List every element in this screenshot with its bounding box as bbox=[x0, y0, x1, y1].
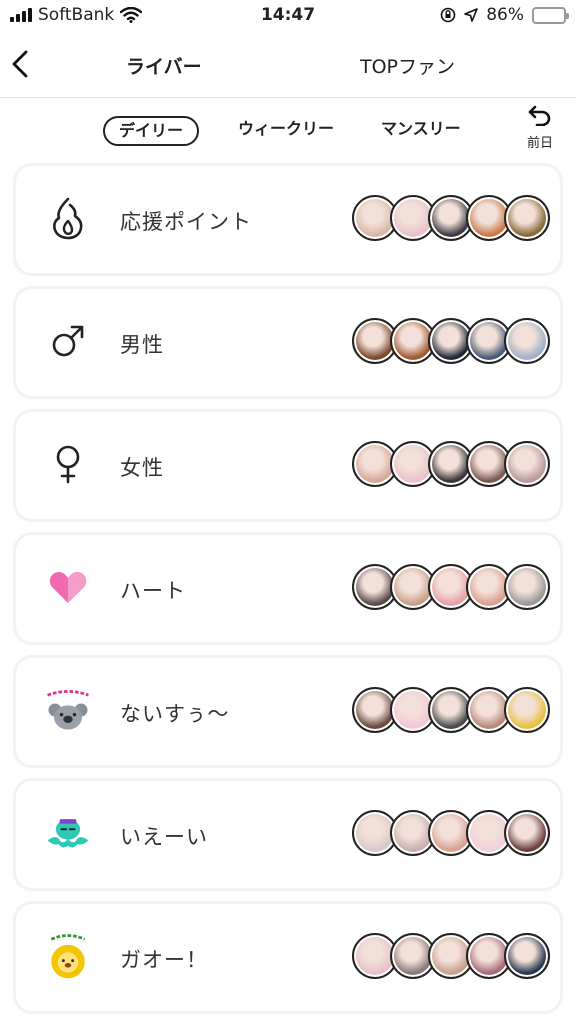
orientation-lock-icon bbox=[440, 7, 456, 23]
period-tab-monthly[interactable]: マンスリー bbox=[367, 116, 475, 146]
user-avatar[interactable] bbox=[504, 318, 550, 364]
category-card-support-points[interactable]: 応援ポイント bbox=[16, 166, 560, 273]
ranking-category-list: 応援ポイント 男性 女性 ハート ないすぅ〜 いえーい ガオー！ bbox=[16, 166, 560, 1024]
top-avatars bbox=[352, 564, 550, 612]
category-card-heart[interactable]: ハート bbox=[16, 535, 560, 642]
lion-sticker-icon bbox=[42, 930, 94, 982]
category-card-male[interactable]: 男性 bbox=[16, 289, 560, 396]
battery-icon bbox=[532, 6, 569, 24]
tab-liver[interactable]: ライバー bbox=[126, 52, 202, 79]
navigation-bar: ライバー TOPファン bbox=[0, 32, 576, 98]
flame-icon bbox=[42, 192, 94, 244]
top-avatars bbox=[352, 810, 550, 858]
category-card-yay[interactable]: いえーい bbox=[16, 781, 560, 888]
user-avatar[interactable] bbox=[504, 564, 550, 610]
period-tab-weekly[interactable]: ウィークリー bbox=[224, 116, 348, 146]
user-avatar[interactable] bbox=[504, 195, 550, 241]
period-tabs: デイリー ウィークリー マンスリー 前日 bbox=[0, 98, 576, 160]
undo-arrow-icon bbox=[528, 105, 551, 127]
category-label: ないすぅ〜 bbox=[120, 702, 230, 726]
top-avatars bbox=[352, 687, 550, 735]
category-card-female[interactable]: 女性 bbox=[16, 412, 560, 519]
user-avatar[interactable] bbox=[504, 810, 550, 856]
previous-day-label: 前日 bbox=[526, 136, 553, 151]
previous-day-button[interactable]: 前日 bbox=[522, 104, 558, 151]
user-avatar[interactable] bbox=[504, 687, 550, 733]
location-arrow-icon bbox=[464, 8, 479, 22]
status-right: 86% bbox=[440, 5, 569, 25]
female-symbol-icon bbox=[42, 438, 94, 490]
user-avatar[interactable] bbox=[504, 441, 550, 487]
top-avatars bbox=[352, 195, 550, 243]
category-label: いえーい bbox=[120, 825, 208, 849]
status-bar: SoftBank 14:47 86% bbox=[0, 0, 576, 32]
user-avatar[interactable] bbox=[504, 933, 550, 979]
category-label: 女性 bbox=[120, 456, 164, 480]
tab-top-fan[interactable]: TOPファン bbox=[360, 52, 455, 79]
top-avatars bbox=[352, 441, 550, 489]
top-avatars bbox=[352, 318, 550, 366]
category-card-nice[interactable]: ないすぅ〜 bbox=[16, 658, 560, 765]
back-arrow-icon[interactable] bbox=[6, 46, 36, 82]
category-label: ガオー！ bbox=[120, 948, 208, 972]
battery-percent: 86% bbox=[486, 5, 524, 25]
category-label: 男性 bbox=[120, 333, 164, 357]
category-label: ハート bbox=[120, 579, 186, 603]
male-symbol-icon bbox=[42, 315, 94, 367]
category-label: 応援ポイント bbox=[120, 210, 252, 234]
period-tab-daily[interactable]: デイリー bbox=[103, 116, 200, 146]
top-avatars bbox=[352, 933, 550, 981]
octopus-sticker-icon bbox=[42, 807, 94, 859]
koala-sticker-icon bbox=[42, 684, 94, 736]
heart-icon bbox=[42, 561, 94, 613]
category-card-roar[interactable]: ガオー！ bbox=[16, 904, 560, 1011]
